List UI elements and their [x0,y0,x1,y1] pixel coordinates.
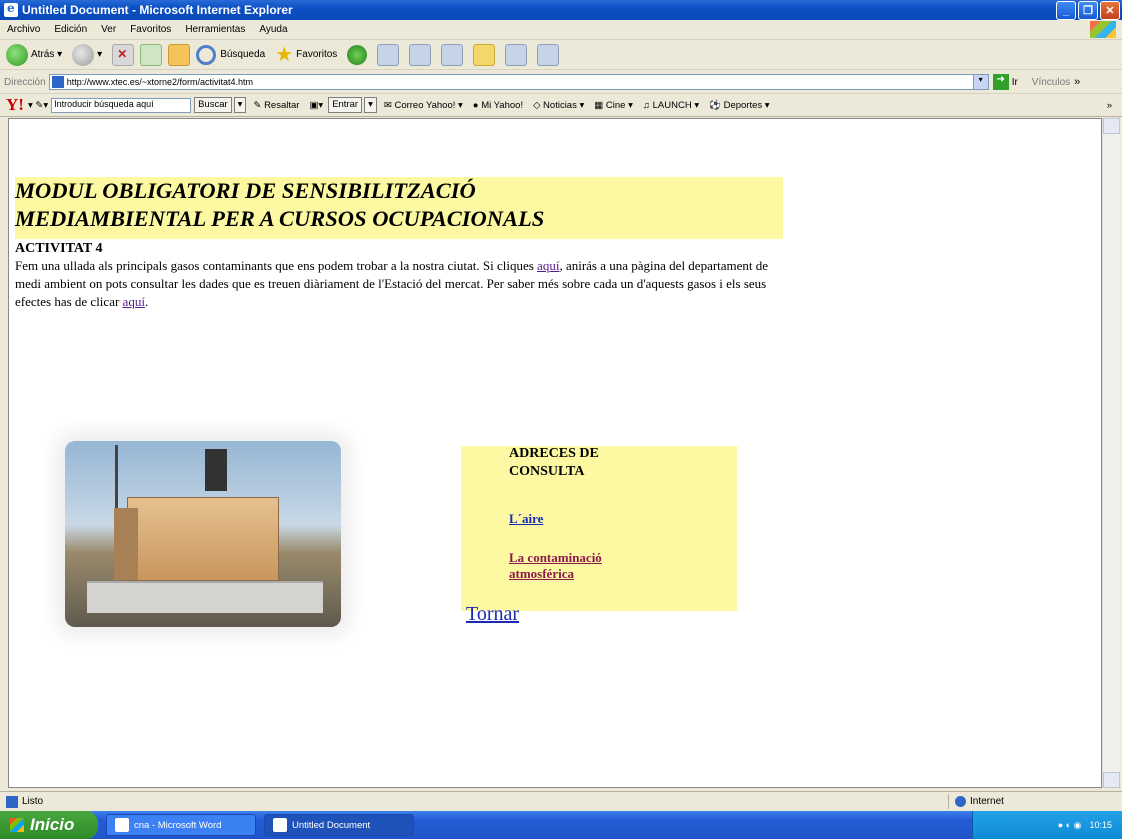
refresh-icon[interactable] [140,43,163,66]
cinema-link[interactable]: ▦ Cine ▾ [594,100,633,111]
security-zone: Internet [948,794,1004,809]
go-arrow-icon: ➜ [992,74,1009,90]
window-title: Untitled Document - Microsoft Internet E… [22,3,293,17]
status-text: Listo [22,796,44,807]
address-bar: Dirección http://www.xtec.es/~xtorne2/fo… [0,71,1122,94]
standard-toolbar: Atrás ▾ ▾ Búsqueda ★ Favoritos [0,40,1122,70]
globe-icon [955,796,966,807]
link-aire[interactable]: L´aire [509,511,543,527]
links-box-title: ADRECES DE CONSULTA [509,446,599,479]
yahoo-search-button[interactable]: Buscar [194,97,232,113]
links-label[interactable]: Vínculos [1032,77,1070,88]
menu-herramientas[interactable]: Herramientas [178,24,252,35]
vertical-scrollbar[interactable] [1102,118,1120,788]
taskbar-item-word[interactable]: cna - Microsoft Word [106,814,256,836]
status-page-icon [6,795,18,808]
enter-dropdown[interactable]: ▾ [364,97,377,113]
menu-edicion[interactable]: Edición [47,24,94,35]
sports-link[interactable]: ⚽ Deportes ▾ [709,100,769,111]
link-contaminacio[interactable]: La contaminació atmosférica [509,550,649,582]
internet-explorer-icon [4,1,18,17]
address-label: Dirección [4,76,46,88]
page-content: MODUL OBLIGATORI DE SENSIBILITZACIÓ MEDI… [8,118,1102,788]
menu-ver[interactable]: Ver [94,24,123,35]
page-icon [51,76,64,88]
my-yahoo-link[interactable]: ● Mi Yahoo! [473,100,523,111]
mail-icon[interactable] [377,43,400,66]
page-title: MODUL OBLIGATORI DE SENSIBILITZACIÓ MEDI… [15,178,545,231]
menu-bar: Archivo Edición Ver Favoritos Herramient… [0,20,1122,40]
word-icon [115,818,129,832]
popup-icon[interactable]: ▣▾ [309,100,323,111]
instructions-paragraph: Fem una ullada als principals gasos cont… [15,258,769,309]
scroll-down-icon[interactable] [1103,772,1120,788]
launch-link[interactable]: ♫ LAUNCH ▾ [643,100,699,111]
magnifier-icon [196,44,217,65]
pencil-icon[interactable]: ▾ ✎▾ [28,100,48,111]
scroll-up-icon[interactable] [1103,118,1120,134]
status-bar: Listo Internet [0,791,1122,811]
chevron-right-icon[interactable]: » [1074,76,1080,88]
chevron-right-icon[interactable]: » [1107,100,1112,111]
address-dropdown-icon[interactable]: ▾ [972,75,988,89]
here-link-1[interactable]: aquí [537,258,559,273]
star-icon: ★ [275,44,294,66]
go-button[interactable]: ➜ Ir [992,74,1018,90]
back-arrow-icon [6,43,28,66]
menu-archivo[interactable]: Archivo [0,24,47,35]
edit-icon[interactable] [441,43,464,66]
forward-arrow-icon [72,43,95,66]
address-url: http://www.xtec.es/~xtorne2/form/activit… [66,77,254,87]
windows-logo-icon [1090,21,1116,38]
start-button[interactable]: Inicio [0,811,98,839]
here-link-2[interactable]: aquí [123,294,145,309]
menu-ayuda[interactable]: Ayuda [252,24,294,35]
stop-icon[interactable] [112,43,135,66]
search-button[interactable]: Búsqueda [196,44,265,65]
menu-favoritos[interactable]: Favoritos [123,24,178,35]
back-link[interactable]: Tornar [466,603,519,626]
yahoo-mail-link[interactable]: ✉ Correo Yahoo! ▾ [384,100,463,111]
forward-button[interactable]: ▾ [72,43,102,66]
minimize-button[interactable]: _ [1056,1,1076,20]
back-button[interactable]: Atrás ▾ [6,43,62,66]
print-icon[interactable] [409,43,432,66]
address-input[interactable]: http://www.xtec.es/~xtorne2/form/activit… [48,74,989,90]
clock: 10:15 [1089,820,1112,830]
monitoring-station-photo [65,441,341,627]
taskbar: Inicio cna - Microsoft Word Untitled Doc… [0,811,1122,839]
system-tray: ● ◐ ◉ 10:15 [972,811,1122,839]
windows-flag-icon [10,818,24,832]
yahoo-toolbar: Y! ▾ ✎▾ Introducir búsqueda aquí Buscar … [0,94,1122,117]
folder-icon[interactable] [473,43,496,66]
ie-icon [273,818,287,832]
yahoo-logo-icon[interactable]: Y! [6,95,24,115]
home-icon[interactable] [168,43,191,66]
news-link[interactable]: ◇ Noticias ▾ [533,100,584,111]
activity-heading: ACTIVITAT 4 [15,241,103,256]
taskbar-item-ie[interactable]: Untitled Document [264,814,414,836]
history-icon[interactable] [347,44,368,65]
tray-icons[interactable]: ● ◐ ◉ [1058,820,1082,831]
yahoo-search-input[interactable]: Introducir búsqueda aquí [51,97,192,113]
window-title-bar: Untitled Document - Microsoft Internet E… [0,0,1122,20]
enter-button[interactable]: Entrar [328,97,363,113]
research-icon[interactable] [537,43,560,66]
highlight-button[interactable]: ✎ Resaltar [253,100,299,111]
maximize-button[interactable]: ❐ [1078,1,1098,20]
favorites-button[interactable]: ★ Favoritos [275,42,337,67]
close-button[interactable]: ✕ [1100,1,1120,20]
yahoo-search-dropdown[interactable]: ▾ [233,97,247,113]
messenger-icon[interactable] [505,43,528,66]
